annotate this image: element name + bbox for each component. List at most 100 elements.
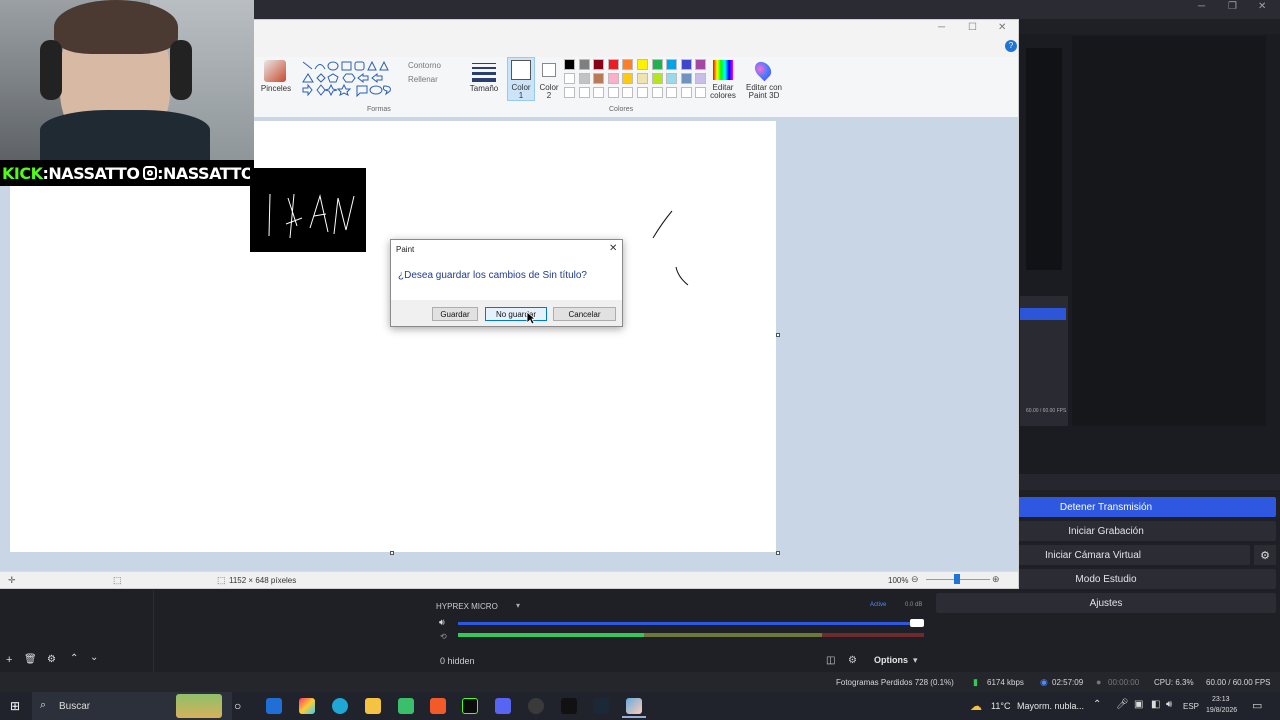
brush-icon[interactable] <box>264 60 286 82</box>
edit-paint3d-label[interactable]: Editar con Paint 3D <box>743 84 785 100</box>
obs-icon[interactable] <box>528 698 544 714</box>
fill-dropdown[interactable]: Rellenar <box>408 75 438 84</box>
kick-app-icon[interactable] <box>462 698 478 714</box>
dialog-close-icon[interactable]: ✕ <box>609 243 617 254</box>
weather-description[interactable]: Mayorm. nubla... <box>1017 701 1084 711</box>
palette-swatch[interactable] <box>564 73 575 84</box>
minimize-icon[interactable]: ─ <box>1198 1 1205 12</box>
palette-swatch[interactable] <box>680 73 692 84</box>
edge-icon[interactable] <box>332 698 348 714</box>
palette-swatch[interactable] <box>564 87 575 98</box>
microphone-icon[interactable]: 🎤︎ <box>1116 699 1129 710</box>
gear-icon[interactable]: ⚙ <box>47 654 56 665</box>
palette-swatch[interactable] <box>695 73 707 84</box>
volume-slider[interactable] <box>458 622 920 625</box>
copilot-app-icon[interactable] <box>266 698 282 714</box>
palette-swatch[interactable] <box>695 59 707 70</box>
mixer-layout-icon[interactable]: ◫ <box>826 655 835 666</box>
palette-swatch[interactable] <box>578 59 590 70</box>
palette-swatch[interactable] <box>622 87 634 98</box>
language-indicator[interactable]: ESP <box>1183 702 1199 711</box>
mixer-options-button[interactable]: Options <box>874 655 908 665</box>
tray-app-icon[interactable]: ▣ <box>1134 699 1143 710</box>
zoom-slider-thumb[interactable] <box>954 574 960 584</box>
edit-colors-icon[interactable] <box>713 60 733 80</box>
paint-minimize-icon[interactable]: ─ <box>938 22 945 33</box>
zoom-in-icon[interactable]: ⊕ <box>992 574 1000 585</box>
palette-swatch[interactable] <box>637 59 648 70</box>
palette-swatch[interactable] <box>666 73 678 84</box>
settings-button[interactable]: Ajustes <box>936 593 1276 613</box>
cancel-button[interactable]: Cancelar <box>553 307 616 321</box>
palette-swatch[interactable] <box>680 87 692 98</box>
mixer-link-icon[interactable]: ⟲ <box>440 632 447 641</box>
clock-date[interactable]: 19/8/2026 <box>1206 707 1237 714</box>
size-icon[interactable] <box>472 60 496 82</box>
weather-temp[interactable]: 11°C <box>991 701 1010 711</box>
capcut-icon[interactable] <box>561 698 577 714</box>
brave-icon[interactable] <box>430 698 446 714</box>
taskbar-search-placeholder[interactable]: Buscar <box>59 701 90 712</box>
chevron-up-icon[interactable]: ⌃ <box>70 653 78 664</box>
canvas-resize-handle-right[interactable] <box>776 333 780 337</box>
virtual-cam-settings-gear-icon[interactable]: ⚙ <box>1254 545 1276 565</box>
store-icon[interactable] <box>398 698 414 714</box>
volume-icon[interactable]: 🔊︎ <box>1166 699 1172 710</box>
palette-swatch[interactable] <box>593 87 605 98</box>
palette-swatch[interactable] <box>593 73 605 84</box>
palette-swatch[interactable] <box>578 73 590 84</box>
obs-mini-selected-item[interactable] <box>1020 308 1066 320</box>
palette-swatch[interactable] <box>637 73 648 84</box>
paint-taskbar-icon[interactable] <box>626 698 642 714</box>
tray-chevron-up-icon[interactable]: ⌃ <box>1093 699 1101 710</box>
paint-maximize-icon[interactable]: ☐ <box>968 22 977 33</box>
file-explorer-icon[interactable] <box>365 698 381 714</box>
palette-swatch[interactable] <box>622 59 634 70</box>
copilot-icon[interactable] <box>299 698 315 714</box>
outline-dropdown[interactable]: Contorno <box>408 61 441 70</box>
color1-label[interactable]: Color 1 <box>507 84 535 100</box>
windows-start-icon[interactable]: ⊞ <box>10 699 20 713</box>
palette-swatch[interactable] <box>651 59 663 70</box>
trash-icon[interactable]: 🗑︎ <box>24 654 37 665</box>
palette-swatch[interactable] <box>695 87 707 98</box>
palette-swatch[interactable] <box>578 87 590 98</box>
palette-swatch[interactable] <box>622 73 634 84</box>
brushes-label[interactable]: Pinceles <box>258 84 294 93</box>
palette-swatch[interactable] <box>666 87 678 98</box>
speaker-icon[interactable]: 🔊︎ <box>439 617 445 628</box>
canvas-resize-handle-corner[interactable] <box>776 551 780 555</box>
palette-swatch[interactable] <box>607 73 619 84</box>
options-chevron-down-icon[interactable]: ▾ <box>913 655 918 666</box>
clock-time[interactable]: 23:13 <box>1212 696 1230 703</box>
chevron-down-icon[interactable]: ▾ <box>516 601 520 610</box>
notification-icon[interactable]: ▭ <box>1252 699 1262 712</box>
task-view-icon[interactable]: ○ <box>234 699 241 713</box>
chevron-down-icon[interactable]: ⌄ <box>90 652 98 663</box>
palette-swatch[interactable] <box>680 59 692 70</box>
help-icon[interactable]: ? <box>1005 40 1017 52</box>
color2-swatch[interactable] <box>542 63 556 77</box>
add-icon[interactable]: + <box>6 654 12 666</box>
edit-colors-label[interactable]: Editar colores <box>706 84 740 100</box>
close-icon[interactable]: ✕ <box>1258 1 1266 12</box>
network-icon[interactable]: ◧ <box>1151 699 1160 710</box>
paint-close-icon[interactable]: ✕ <box>998 22 1006 33</box>
palette-swatch[interactable] <box>637 87 648 98</box>
mixer-settings-icon[interactable]: ⚙ <box>848 655 857 666</box>
dont-save-button[interactable]: No guardar <box>485 307 547 321</box>
volume-slider-knob[interactable] <box>910 619 924 627</box>
palette-swatch[interactable] <box>651 73 663 84</box>
discord-icon[interactable] <box>495 698 511 714</box>
palette-swatch[interactable] <box>607 59 619 70</box>
palette-swatch[interactable] <box>651 87 663 98</box>
steam-icon[interactable] <box>593 698 609 714</box>
size-label[interactable]: Tamaño <box>466 84 502 93</box>
palette-swatch[interactable] <box>564 59 575 70</box>
palette-swatch[interactable] <box>607 87 619 98</box>
palette-swatch[interactable] <box>666 59 678 70</box>
save-button[interactable]: Guardar <box>432 307 478 321</box>
maximize-icon[interactable]: ❐ <box>1228 1 1237 12</box>
color-palette[interactable] <box>564 59 712 103</box>
zoom-out-icon[interactable]: ⊖ <box>911 574 919 585</box>
